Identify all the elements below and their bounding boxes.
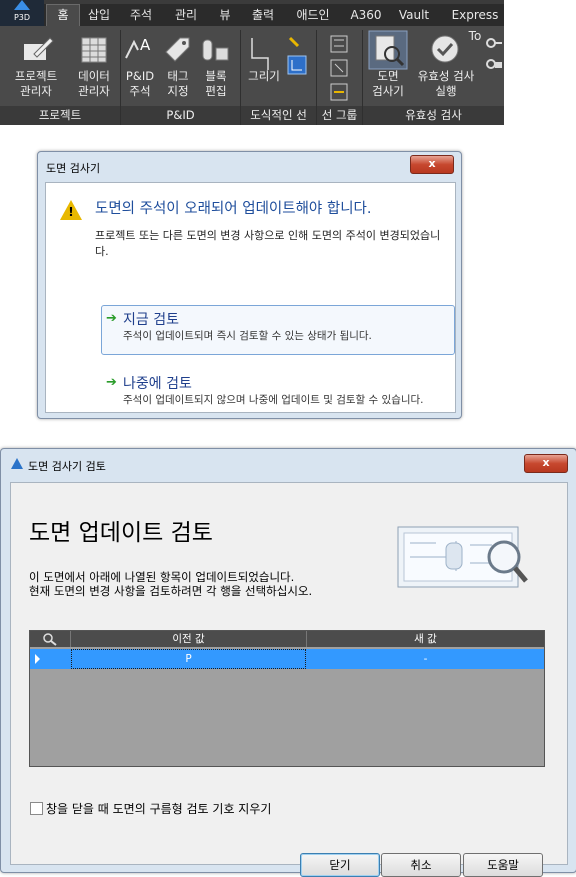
validation-run-label-1: 유효성 검사 — [417, 69, 475, 83]
data-manager-label-2: 관리자 — [78, 84, 110, 98]
autocad-logo-icon — [11, 458, 23, 469]
panel-validation-label: 유효성 검사 — [363, 106, 504, 125]
dialog-title: 도면 검사기 검토 — [28, 460, 106, 473]
project-manager-icon[interactable] — [20, 34, 54, 66]
description-line-2: 현재 도면의 변경 사항을 검토하려면 각 행을 선택하십시오. — [29, 584, 313, 598]
review-now-description: 주석이 업데이트되며 즉시 검토할 수 있는 상태가 됩니다. — [123, 330, 372, 342]
block-edit-label-2: 편집 — [205, 84, 227, 98]
tab-output[interactable]: 출력 — [246, 5, 280, 26]
ribbon: P3D 홈 삽입 주석 관리 뷰 출력 애드인 A360 Vault Expre… — [0, 0, 504, 125]
validation-check-icon[interactable] — [430, 34, 460, 64]
dialog-heading: 도면의 주석이 오래되어 업데이트해야 합니다. — [95, 201, 372, 217]
app-menu-label: P3D — [13, 13, 31, 22]
review-later-description: 주석이 업데이트되지 않으며 나중에 업데이트 및 검토할 수 있습니다. — [123, 394, 424, 406]
clear-revision-clouds-label[interactable]: 창을 닫을 때 도면의 구름형 검토 기호 지우기 — [46, 800, 271, 817]
row-pointer-icon — [35, 654, 40, 664]
dialog-content: ! 도면의 주석이 오래되어 업데이트해야 합니다. 프로젝트 또는 다른 도면… — [45, 182, 456, 413]
validation-settings-icons[interactable] — [484, 36, 504, 76]
clear-revision-clouds-checkbox[interactable] — [30, 802, 43, 815]
tab-manage[interactable]: 관리 — [170, 5, 202, 26]
app-menu-button[interactable]: P3D — [0, 0, 44, 26]
dialog-title: 도면 검사기 — [46, 162, 101, 175]
dialog-content: 도면 업데이트 검토 이 도면에서 아래에 나열된 항목이 업데이트되었습니다.… — [10, 482, 568, 877]
tab-addins[interactable]: 애드인 — [290, 5, 336, 26]
zoom-icon — [43, 633, 57, 646]
tag-icon[interactable] — [162, 34, 192, 64]
validation-run-button[interactable]: 유효성 검사 실행 — [410, 69, 482, 99]
drawing-checker-label-1: 도면 — [377, 69, 399, 83]
help-button[interactable]: 도움말 — [463, 853, 543, 877]
dialog-heading: 도면 업데이트 검토 — [29, 520, 213, 546]
draw-button[interactable]: 그리기 — [244, 69, 284, 84]
svg-text:A: A — [140, 36, 151, 54]
review-now-option[interactable]: ➔ 지금 검토 주석이 업데이트되며 즉시 검토할 수 있는 상태가 됩니다. — [101, 305, 455, 355]
block-edit-icon[interactable] — [200, 34, 232, 64]
tag-assign-label-2: 지정 — [167, 84, 189, 98]
autocad-logo-icon — [14, 0, 30, 10]
tab-annotate[interactable]: 주석 — [125, 5, 157, 26]
project-manager-label-2: 관리자 — [20, 84, 52, 98]
tab-express-tools[interactable]: Express To — [444, 5, 504, 43]
green-arrow-icon: ➔ — [106, 375, 117, 390]
pid-annotation-button[interactable]: P&ID 주석 — [122, 69, 158, 99]
pid-annotation-icon[interactable]: A — [124, 34, 158, 62]
line-group-icons[interactable] — [328, 34, 352, 102]
pid-annotation-label-1: P&ID — [125, 69, 155, 83]
tab-a360[interactable]: A360 — [348, 5, 384, 26]
quick-access-toolbar — [44, 0, 504, 4]
drawing-checker-dialog: 도면 검사기 x ! 도면의 주석이 오래되어 업데이트해야 합니다. 프로젝트… — [37, 151, 462, 419]
tab-home[interactable]: 홈 — [46, 4, 80, 26]
drawing-checker-icon[interactable] — [368, 30, 408, 70]
drawing-review-illustration — [397, 526, 528, 588]
row-selector[interactable] — [30, 649, 70, 669]
drawing-checker-label-2: 검사기 — [372, 84, 404, 98]
project-manager-button[interactable]: 프로젝트 관리자 — [10, 69, 62, 99]
close-dialog-button[interactable]: 닫기 — [300, 853, 380, 877]
block-edit-label-1: 블록 — [205, 69, 227, 83]
data-manager-button[interactable]: 데이터 관리자 — [72, 69, 116, 99]
panel-pid-label: P&ID — [121, 106, 240, 125]
drawing-checker-review-dialog: 도면 검사기 검토 x 도면 업데이트 검토 이 도면에서 아래에 나열된 항목… — [0, 448, 576, 877]
description-line-1: 이 도면에서 아래에 나열된 항목이 업데이트되었습니다. — [29, 570, 295, 584]
tab-view[interactable]: 뷰 — [212, 5, 238, 26]
drawing-checker-button[interactable]: 도면 검사기 — [366, 69, 410, 99]
previous-value-cell[interactable]: P — [71, 649, 306, 669]
zoom-column-header[interactable] — [30, 631, 71, 647]
new-value-column-header[interactable]: 새 값 — [307, 631, 544, 647]
data-manager-label-1: 데이터 — [78, 69, 110, 83]
close-button[interactable]: x — [524, 454, 568, 473]
data-manager-icon[interactable] — [80, 36, 108, 64]
tag-assign-label-1: 태그 — [167, 69, 189, 83]
previous-value-column-header[interactable]: 이전 값 — [71, 631, 307, 647]
block-edit-button[interactable]: 블록 편집 — [198, 69, 234, 99]
panel-project-label: 프로젝트 — [0, 106, 120, 125]
tab-vault[interactable]: Vault — [396, 5, 432, 26]
close-button[interactable]: x — [410, 155, 454, 174]
tab-insert[interactable]: 삽입 — [83, 5, 115, 26]
cancel-button[interactable]: 취소 — [381, 853, 461, 877]
pid-annotation-label-2: 주석 — [129, 84, 151, 98]
changes-grid[interactable]: 이전 값 새 값 P - — [29, 630, 545, 767]
tag-assign-button[interactable]: 태그 지정 — [160, 69, 196, 99]
validation-run-label-2: 실행 — [435, 84, 457, 98]
review-later-option[interactable]: ➔ 나중에 검토 주석이 업데이트되지 않으며 나중에 업데이트 및 검토할 수… — [101, 369, 455, 415]
project-manager-label-1: 프로젝트 — [14, 69, 58, 83]
dialog-description: 프로젝트 또는 다른 도면의 변경 사항으로 인해 도면의 주석이 변경되었습니… — [95, 229, 441, 258]
dialog-description: 이 도면에서 아래에 나열된 항목이 업데이트되었습니다. 현재 도면의 변경 … — [29, 570, 409, 598]
new-value-cell[interactable]: - — [307, 649, 544, 669]
table-row[interactable]: P - — [30, 649, 544, 669]
green-arrow-icon: ➔ — [106, 311, 117, 326]
grid-header: 이전 값 새 값 — [30, 631, 544, 647]
warning-exclamation: ! — [68, 205, 74, 219]
review-now-title: 지금 검토 — [123, 312, 179, 328]
panel-schematic-line-label: 도식적인 선 — [241, 106, 316, 125]
panel-line-group-label: 선 그룹 — [317, 106, 362, 125]
review-later-title: 나중에 검토 — [123, 376, 192, 392]
